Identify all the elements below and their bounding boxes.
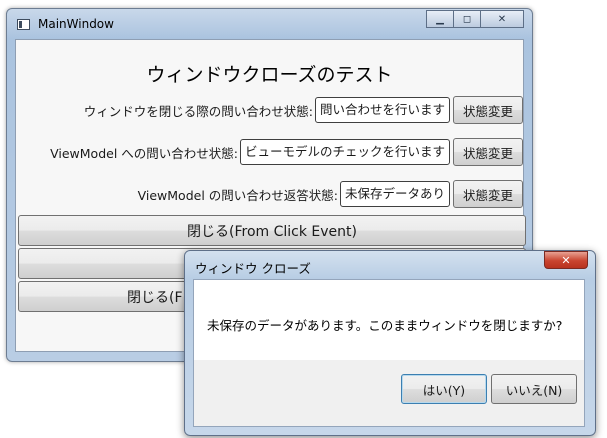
dialog-message: 未保存のデータがあります。このままウィンドウを閉じますか? [207, 318, 563, 333]
caption-buttons: ▁ ◻ ✕ [426, 10, 524, 28]
viewmodel-reply-row: ViewModel の問い合わせ返答状態: 未保存データあり 状態変更 [138, 180, 523, 208]
minimize-icon: ▁ [436, 13, 444, 25]
viewmodel-reply-label: ViewModel の問い合わせ返答状態: [137, 187, 338, 203]
no-button[interactable]: いいえ(N) [491, 374, 577, 404]
viewmodel-query-status: ビューモデルのチェックを行います [239, 139, 450, 165]
yes-button[interactable]: はい(Y) [401, 374, 487, 404]
dialog-title: ウィンドウ クローズ [195, 261, 311, 276]
minimize-button[interactable]: ▁ [426, 10, 454, 28]
app-icon [17, 19, 30, 30]
main-titlebar[interactable]: MainWindow ▁ ◻ ✕ [7, 9, 532, 39]
close-confirm-dialog: ウィンドウ クローズ ✕ 未保存のデータがあります。このままウィンドウを閉じます… [184, 250, 596, 436]
window-title: MainWindow [38, 17, 114, 31]
close-window-button[interactable]: ✕ [480, 10, 524, 28]
close-click-event-label: 閉じる(From Click Event) [187, 223, 357, 240]
close-icon: ✕ [497, 13, 507, 25]
close-click-event-button[interactable]: 閉じる(From Click Event) [18, 215, 526, 246]
viewmodel-query-label: ViewModel への問い合わせ状態: [50, 145, 238, 161]
close-query-change-button[interactable]: 状態変更 [453, 96, 523, 124]
dialog-message-area: 未保存のデータがあります。このままウィンドウを閉じますか? [194, 280, 584, 360]
maximize-icon: ◻ [462, 13, 472, 25]
close-query-status: 問い合わせを行います [314, 97, 450, 123]
dialog-close-button[interactable]: ✕ [544, 251, 588, 269]
maximize-button[interactable]: ◻ [453, 10, 481, 28]
viewmodel-reply-status: 未保存データあり [339, 181, 450, 207]
close-icon: ✕ [561, 253, 571, 267]
viewmodel-reply-change-button[interactable]: 状態変更 [453, 180, 523, 208]
dialog-client-area: 未保存のデータがあります。このままウィンドウを閉じますか? はい(Y) いいえ(… [193, 279, 585, 427]
viewmodel-query-change-button[interactable]: 状態変更 [453, 138, 523, 166]
page-heading: ウィンドウクローズのテスト [146, 64, 393, 86]
close-button-3-label: 閉じる(F [127, 289, 183, 306]
close-query-row: ウィンドウを閉じる際の問い合わせ状態: 問い合わせを行います 状態変更 [84, 96, 523, 124]
close-query-label: ウィンドウを閉じる際の問い合わせ状態: [83, 103, 313, 119]
viewmodel-query-row: ViewModel への問い合わせ状態: ビューモデルのチェックを行います 状態… [50, 138, 523, 166]
